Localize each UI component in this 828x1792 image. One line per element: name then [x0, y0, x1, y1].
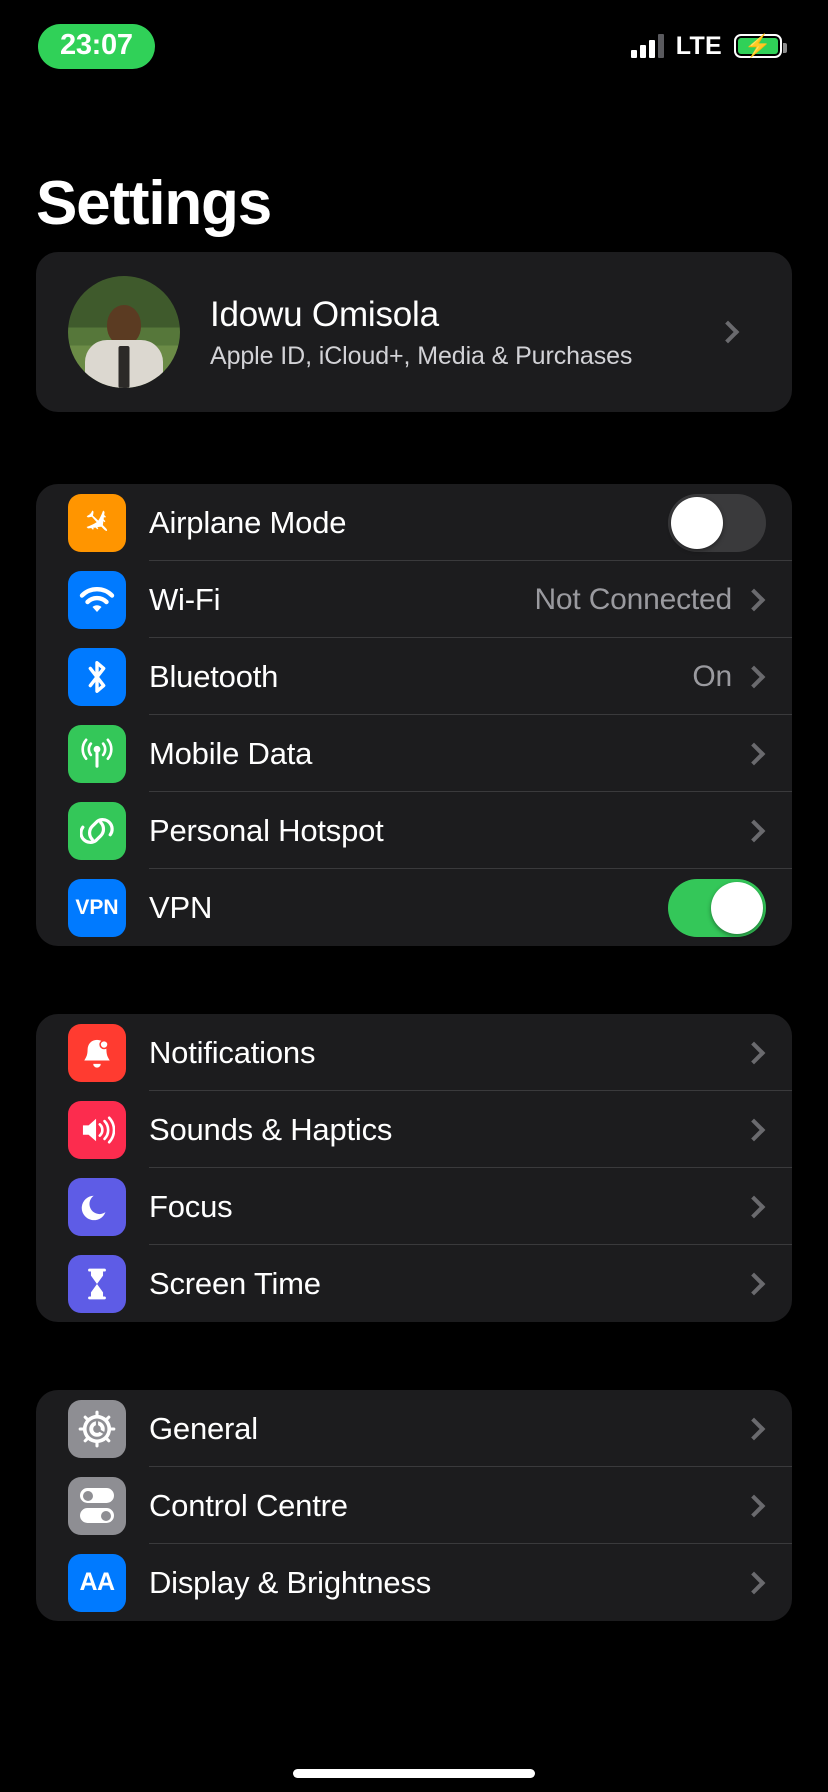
general-gear-icon	[68, 1399, 126, 1458]
settings-row-label: VPN	[149, 889, 213, 925]
airplane-mode-toggle[interactable]	[668, 493, 766, 552]
display-brightness-aa-icon: AA	[68, 1553, 126, 1612]
vpn-icon: VPN	[68, 878, 126, 937]
wifi-status-value: Not Connected	[534, 582, 732, 616]
page-title: Settings	[36, 169, 272, 238]
wifi-glyph	[79, 586, 115, 612]
settings-row-label: General	[149, 1410, 258, 1446]
chevron-right-icon	[742, 588, 766, 611]
settings-row-vpn[interactable]: VPN VPN	[36, 869, 792, 946]
airplane-icon: ✈	[68, 493, 126, 552]
settings-row-screen-time[interactable]: Screen Time	[36, 1245, 792, 1322]
settings-row-label: Focus	[149, 1188, 233, 1224]
settings-row-label: Notifications	[149, 1034, 316, 1070]
settings-row-airplane-mode[interactable]: ✈ Airplane Mode	[36, 484, 792, 561]
chevron-right-icon	[742, 1417, 766, 1440]
chevron-right-icon	[742, 1195, 766, 1218]
settings-row-label: Airplane Mode	[149, 504, 347, 540]
settings-row-wifi[interactable]: Wi-Fi Not Connected	[36, 561, 792, 638]
settings-row-label: Sounds & Haptics	[149, 1111, 393, 1147]
settings-group-connectivity: ✈ Airplane Mode Wi-Fi Not Connected Blue…	[36, 484, 792, 946]
settings-row-label: Personal Hotspot	[149, 812, 384, 848]
settings-row-personal-hotspot[interactable]: Personal Hotspot	[36, 792, 792, 869]
chevron-right-icon	[742, 819, 766, 842]
speaker-glyph	[82, 1116, 115, 1143]
vpn-toggle[interactable]	[668, 878, 766, 937]
settings-row-label: Bluetooth	[149, 658, 279, 694]
chevron-right-icon	[742, 742, 766, 765]
chevron-right-icon	[742, 665, 766, 688]
toggles-glyph	[80, 1488, 114, 1523]
settings-row-focus[interactable]: Focus	[36, 1168, 792, 1245]
account-subtitle: Apple ID, iCloud+, Media & Purchases	[210, 342, 633, 371]
screen-time-hourglass-icon	[68, 1254, 126, 1313]
vpn-icon-label: VPN	[75, 895, 119, 919]
antenna-glyph	[81, 738, 113, 768]
chevron-right-icon	[716, 320, 740, 344]
settings-row-bluetooth[interactable]: Bluetooth On	[36, 638, 792, 715]
settings-row-label: Mobile Data	[149, 735, 313, 771]
aa-icon-label: AA	[79, 1568, 115, 1596]
personal-hotspot-icon	[68, 801, 126, 860]
settings-screen: 23:07 LTE ⚡ Settings Idowu Omisola Apple…	[0, 0, 828, 1792]
wifi-icon	[68, 570, 126, 629]
apple-id-card[interactable]: Idowu Omisola Apple ID, iCloud+, Media &…	[36, 252, 792, 412]
status-time-pill: 23:07	[38, 23, 155, 69]
link-glyph	[80, 817, 114, 844]
focus-moon-icon	[68, 1177, 126, 1236]
apple-id-row[interactable]: Idowu Omisola Apple ID, iCloud+, Media &…	[36, 252, 792, 412]
bluetooth-status-value: On	[692, 659, 732, 693]
settings-row-control-centre[interactable]: Control Centre	[36, 1467, 792, 1544]
sounds-speaker-icon	[68, 1100, 126, 1159]
settings-row-notifications[interactable]: Notifications	[36, 1014, 792, 1091]
settings-list[interactable]: Idowu Omisola Apple ID, iCloud+, Media &…	[0, 252, 828, 1621]
gear-glyph	[78, 1410, 116, 1447]
cellular-signal-icon	[630, 34, 664, 58]
status-bar: 23:07 LTE ⚡	[0, 0, 828, 92]
chevron-right-icon	[742, 1494, 766, 1517]
settings-row-label: Control Centre	[149, 1487, 348, 1523]
apple-id-text: Idowu Omisola Apple ID, iCloud+, Media &…	[210, 293, 720, 372]
chevron-right-icon	[742, 1041, 766, 1064]
settings-row-label: Wi-Fi	[149, 581, 221, 617]
account-name: Idowu Omisola	[210, 294, 439, 334]
chevron-right-icon	[742, 1272, 766, 1295]
control-centre-toggles-icon	[68, 1476, 126, 1535]
settings-row-label: Screen Time	[149, 1265, 321, 1301]
battery-charging-icon: ⚡	[734, 34, 787, 58]
home-indicator[interactable]	[293, 1769, 535, 1778]
bluetooth-icon	[68, 647, 126, 706]
notifications-bell-icon	[68, 1023, 126, 1082]
network-type-label: LTE	[675, 31, 722, 60]
settings-group-alerts: Notifications Sounds & Haptics Focus Scr…	[36, 1014, 792, 1322]
settings-row-general[interactable]: General	[36, 1390, 792, 1467]
bell-glyph	[84, 1039, 110, 1068]
moon-glyph	[81, 1195, 106, 1220]
settings-row-sounds-haptics[interactable]: Sounds & Haptics	[36, 1091, 792, 1168]
bluetooth-glyph	[88, 660, 106, 693]
settings-group-system: General Control Centre AA Display & Brig…	[36, 1390, 792, 1621]
status-indicators: LTE ⚡	[630, 31, 787, 61]
settings-row-label: Display & Brightness	[149, 1564, 432, 1600]
settings-row-display-brightness[interactable]: AA Display & Brightness	[36, 1544, 792, 1621]
settings-row-mobile-data[interactable]: Mobile Data	[36, 715, 792, 792]
avatar	[68, 276, 180, 388]
mobile-data-icon	[68, 724, 126, 783]
chevron-right-icon	[742, 1118, 766, 1141]
chevron-right-icon	[742, 1571, 766, 1594]
hourglass-glyph	[88, 1268, 106, 1299]
